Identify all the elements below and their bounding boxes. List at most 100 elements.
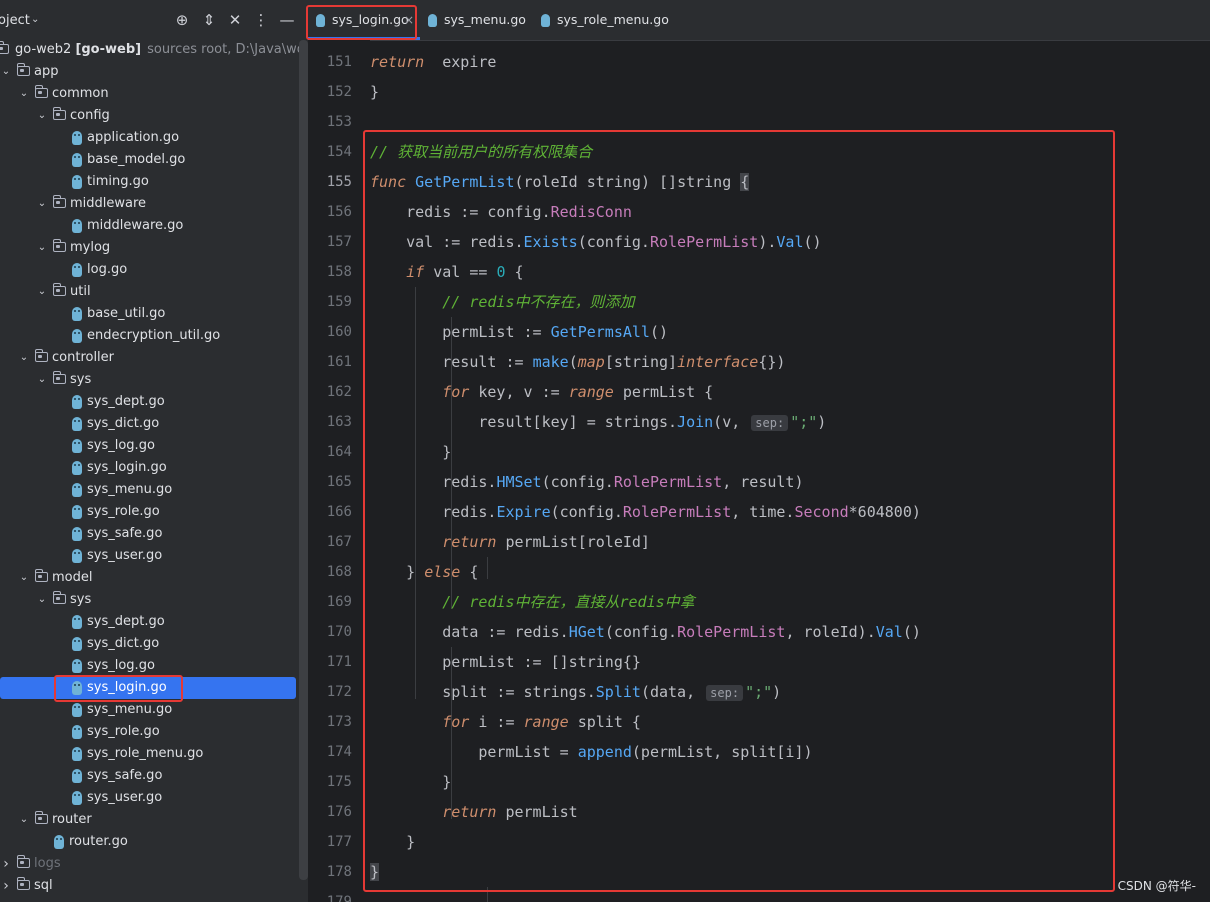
tree-item-file[interactable]: sys_dict.go [0, 633, 298, 655]
tab-label: sys_role_menu.go [557, 12, 669, 27]
tree-item-file[interactable]: base_model.go [0, 149, 298, 171]
code-token: split { [568, 713, 641, 731]
tree-item-file[interactable]: sys_safe.go [0, 765, 298, 787]
tree-item-file[interactable]: base_util.go [0, 303, 298, 325]
close-icon[interactable]: × [404, 0, 414, 40]
code-token: Expire [496, 503, 551, 521]
tree-item-folder[interactable]: ⌄ config [0, 105, 298, 127]
tab-sys-login-go[interactable]: sys_login.go × [308, 0, 420, 40]
tree-item-file[interactable]: sys_menu.go [0, 479, 298, 501]
chevron-down-icon[interactable]: ⌄ [36, 589, 48, 611]
tree-item-file[interactable]: sys_dept.go [0, 391, 298, 413]
collapse-all-icon[interactable]: ✕ [225, 10, 245, 30]
chevron-down-icon[interactable]: ⌄ [18, 567, 30, 589]
chevron-down-icon[interactable]: ⌄ [36, 237, 48, 259]
tree-item-file[interactable]: middleware.go [0, 215, 298, 237]
tree-item-file[interactable]: sys_log.go [0, 655, 298, 677]
line-number: 175 [326, 774, 352, 790]
tree-item-file[interactable]: sys_login.go [0, 677, 296, 699]
tree-item-folder[interactable]: › logs [0, 853, 298, 875]
tree-item-folder[interactable]: ⌄ controller [0, 347, 298, 369]
tree-item-file[interactable]: sys_dept.go [0, 611, 298, 633]
go-file-icon [72, 329, 82, 343]
tab-sys-role-menu-go[interactable]: sys_role_menu.go [533, 0, 669, 40]
tree-item-file[interactable]: log.go [0, 259, 298, 281]
tree-item-file[interactable]: sys_log.go [0, 435, 298, 457]
project-title[interactable]: oject [0, 13, 30, 28]
tree-item-folder[interactable]: go-web2 [go-web] sources root, D:\Java\wo… [0, 39, 308, 61]
code-token: make [532, 353, 569, 371]
tab-label: sys_menu.go [444, 12, 526, 27]
chevron-down-icon[interactable]: ⌄ [18, 347, 30, 369]
code-token: () [803, 233, 822, 251]
code-token: func [370, 173, 407, 191]
tree-item-folder[interactable]: ⌄ common [0, 83, 298, 105]
chevron-down-icon[interactable]: ⌄ [36, 193, 48, 215]
code-token: i := [469, 713, 524, 731]
tab-sys-menu-go[interactable]: sys_menu.go [420, 0, 533, 40]
code-token: expire [424, 53, 497, 71]
tree-item-file[interactable]: timing.go [0, 171, 298, 193]
tree-item-folder[interactable]: ⌄ sys [0, 589, 298, 611]
tree-item-file[interactable]: sys_menu.go [0, 699, 298, 721]
project-scrollbar[interactable] [299, 40, 308, 880]
folder-icon [17, 855, 30, 868]
tree-item-file[interactable]: sys_role_menu.go [0, 743, 298, 765]
tree-item-folder[interactable]: ⌄ sys [0, 369, 298, 391]
tree-item-folder[interactable]: ⌄ middleware [0, 193, 298, 215]
code-token: } [370, 833, 416, 851]
code-token: append [577, 743, 632, 761]
tree-item-folder[interactable]: ⌄ model [0, 567, 298, 589]
tree-item-folder[interactable]: ⌄ app [0, 61, 298, 83]
code-token: RedisConn [550, 203, 632, 221]
code-line: } [370, 77, 379, 107]
tree-item-file[interactable]: sys_dict.go [0, 413, 298, 435]
tree-item-folder[interactable]: ⌄ util [0, 281, 298, 303]
tree-item-file[interactable]: sys_role.go [0, 501, 298, 523]
code-token: ). [758, 233, 777, 251]
code-token: *604800) [848, 503, 921, 521]
chevron-down-icon[interactable]: ⌄ [36, 281, 48, 303]
tree-item-folder[interactable]: ⌄ mylog [0, 237, 298, 259]
chevron-right-icon[interactable]: › [0, 875, 12, 897]
hide-icon[interactable]: — [277, 10, 297, 30]
code-token: redis. [370, 473, 497, 491]
code-line: return permList[roleId] [370, 527, 650, 557]
tree-item-file[interactable]: application.go [0, 127, 298, 149]
tree-item-file[interactable]: sys_user.go [0, 787, 298, 809]
chevron-down-icon[interactable]: ⌄ [18, 83, 30, 105]
chevron-down-icon[interactable]: ⌄ [36, 369, 48, 391]
tree-item-folder[interactable]: › sql [0, 875, 298, 897]
tree-item-label: base_model.go [87, 152, 186, 167]
code-line: // redis中不存在，则添加 [370, 287, 634, 317]
code-token: RolePermList [622, 503, 732, 521]
code-line: val := redis.Exists(config.RolePermList)… [370, 227, 822, 257]
tree-item-file[interactable]: sys_user.go [0, 545, 298, 567]
chevron-down-icon[interactable]: ⌄ [36, 105, 48, 127]
tree-item-folder[interactable]: ⌄ router [0, 809, 298, 831]
go-file-icon [72, 153, 82, 167]
tree-item-label: sys_dict.go [87, 636, 160, 651]
chevron-right-icon[interactable]: › [0, 853, 12, 875]
tree-item-file[interactable]: sys_role.go [0, 721, 298, 743]
tree-item-file[interactable]: endecryption_util.go [0, 325, 298, 347]
tree-item-file[interactable]: sys_safe.go [0, 523, 298, 545]
code-area[interactable]: return expire} // 获取当前用户的所有权限集合 func GetPe… [370, 40, 1210, 902]
folder-icon [53, 195, 66, 208]
code-token: RolePermList [613, 473, 723, 491]
locate-icon[interactable]: ⊕ [172, 10, 192, 30]
project-header: oject ⌄ ⊕ ⇕ ✕ ⋮ — [0, 0, 308, 40]
chevron-down-icon[interactable]: ⌄ [31, 14, 39, 25]
options-icon[interactable]: ⋮ [251, 10, 271, 30]
chevron-down-icon[interactable]: ⌄ [18, 809, 30, 831]
go-file-icon [72, 703, 82, 717]
line-number: 160 [326, 324, 352, 340]
chevron-down-icon[interactable]: ⌄ [0, 61, 12, 83]
tree-item-file[interactable]: sys_login.go [0, 457, 298, 479]
code-token: return [370, 803, 497, 821]
code-token: data := redis. [370, 623, 569, 641]
code-token: Val [875, 623, 903, 641]
code-token: key, v := [469, 383, 569, 401]
tree-item-file[interactable]: router.go [0, 831, 298, 853]
expand-collapse-icon[interactable]: ⇕ [199, 10, 219, 30]
